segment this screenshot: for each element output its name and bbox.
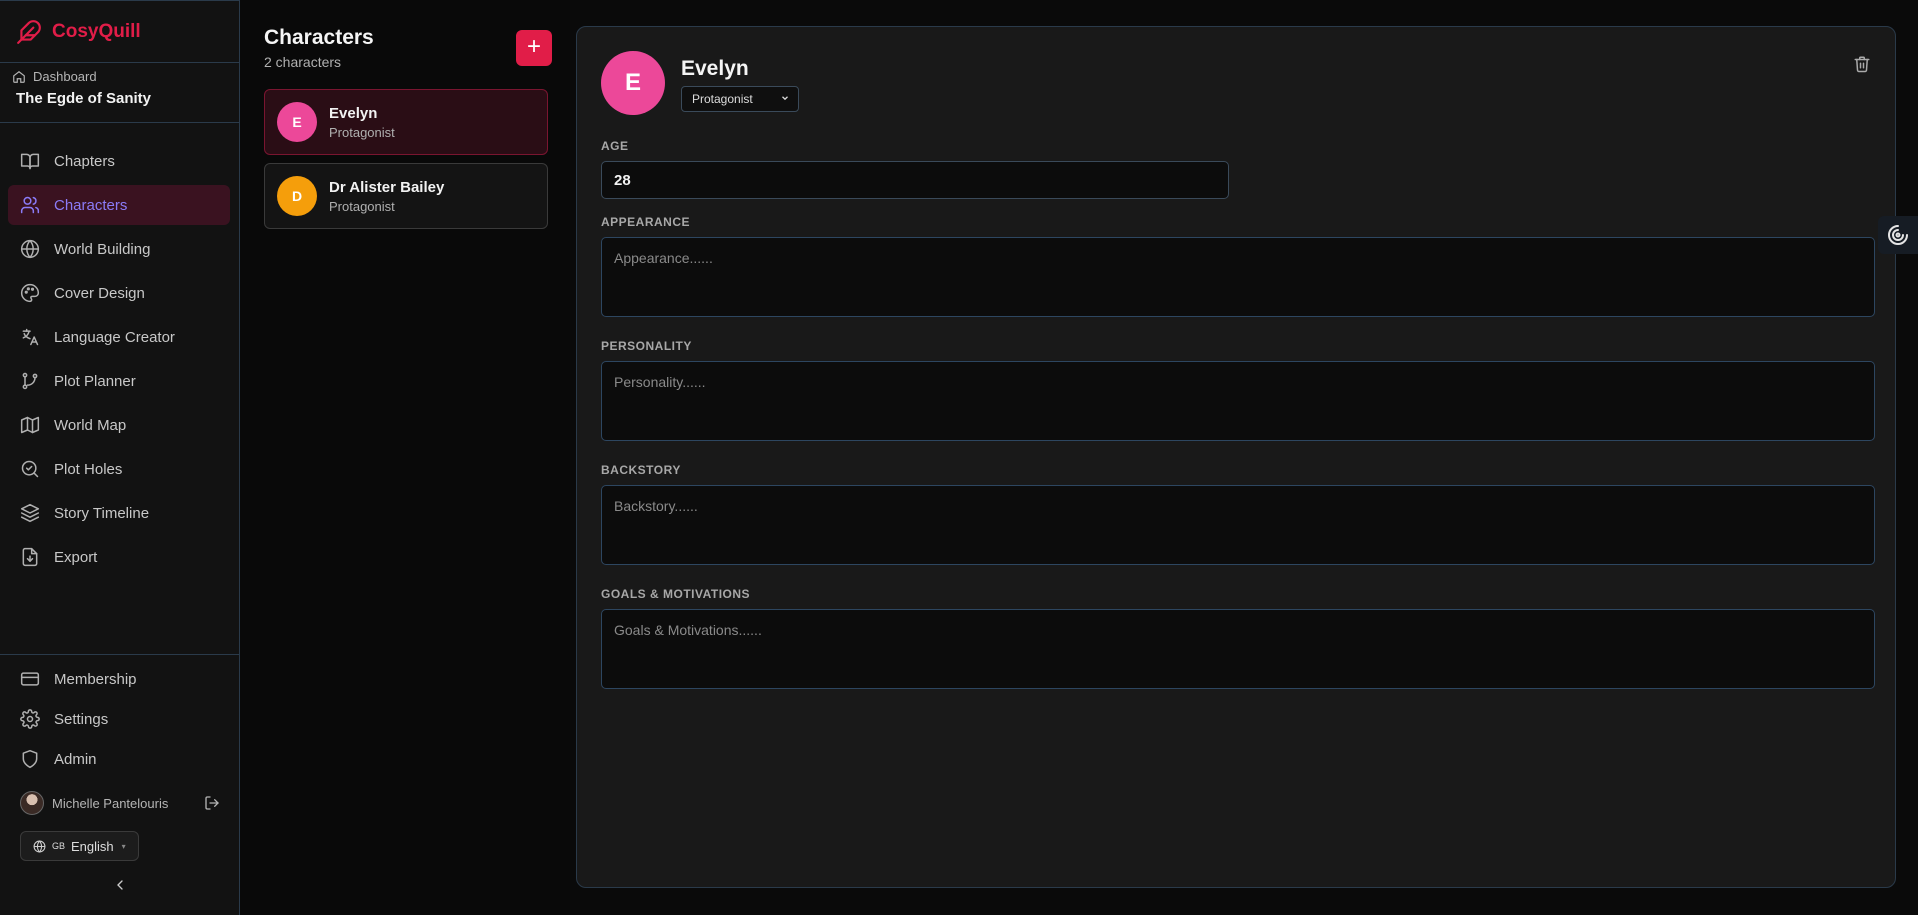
chevron-down-icon xyxy=(782,96,788,101)
sidebar-item-cover-design[interactable]: Cover Design xyxy=(8,273,230,313)
brand-name: CosyQuill xyxy=(52,21,141,42)
sidebar-divider xyxy=(0,122,239,123)
sidebar-item-label: Settings xyxy=(54,710,109,728)
avatar xyxy=(20,791,44,815)
character-role: Protagonist xyxy=(329,124,395,140)
page-title: Characters xyxy=(264,26,374,49)
sidebar-divider xyxy=(0,654,239,655)
character-count: 2 characters xyxy=(264,54,342,70)
assistant-tab[interactable] xyxy=(1878,216,1918,254)
sidebar-item-plot-planner[interactable]: Plot Planner xyxy=(8,361,230,401)
sidebar-item-label: Admin xyxy=(54,750,97,768)
sidebar-item-label: Characters xyxy=(54,196,128,214)
git-branch-icon xyxy=(22,372,38,390)
character-info: Dr Alister Bailey Protagonist xyxy=(329,179,444,214)
home-icon xyxy=(13,70,25,83)
goals-label: GOALS & MOTIVATIONS xyxy=(601,587,751,601)
character-role: Protagonist xyxy=(329,198,395,214)
collapse-sidebar-icon[interactable] xyxy=(112,877,128,893)
goals-textarea[interactable]: Goals & Motivations...... xyxy=(601,609,1875,689)
dashboard-link[interactable]: Dashboard xyxy=(12,69,151,84)
sidebar-item-membership[interactable]: Membership xyxy=(8,661,230,697)
credit-card-icon xyxy=(20,672,40,686)
globe-icon xyxy=(33,839,46,853)
gear-icon xyxy=(20,709,40,729)
bottom-nav: Membership Settings Admin xyxy=(8,661,230,781)
main-nav: Chapters Characters World Building Cover… xyxy=(8,141,230,581)
sidebar-item-admin[interactable]: Admin xyxy=(8,741,230,777)
shield-icon xyxy=(22,749,38,769)
layers-icon xyxy=(20,503,40,523)
sidebar-item-story-timeline[interactable]: Story Timeline xyxy=(8,493,230,533)
search-check-icon xyxy=(21,460,39,478)
age-label: AGE xyxy=(601,139,629,153)
sidebar-item-label: Language Creator xyxy=(54,328,175,346)
sidebar-item-characters[interactable]: Characters xyxy=(8,185,230,225)
users-icon xyxy=(20,196,40,214)
project-title: The Egde of Sanity xyxy=(16,90,152,107)
sidebar-item-language-creator[interactable]: Language Creator xyxy=(8,317,230,357)
language-label: English xyxy=(71,838,114,854)
dashboard-label: Dashboard xyxy=(33,69,97,84)
sidebar-item-chapters[interactable]: Chapters xyxy=(8,141,230,181)
user-profile[interactable]: Michelle Pantelouris xyxy=(20,791,220,815)
sidebar-item-label: Export xyxy=(54,548,98,566)
character-info: Evelyn Protagonist xyxy=(329,105,395,140)
role-select-value: Protagonist xyxy=(692,92,753,106)
brand-logo[interactable]: CosyQuill xyxy=(16,19,141,45)
sidebar-item-settings[interactable]: Settings xyxy=(8,701,230,737)
sidebar-item-label: World Building xyxy=(54,240,151,258)
file-export-icon xyxy=(22,547,38,567)
character-name-heading[interactable]: Evelyn xyxy=(681,57,749,81)
flag-icon: GB xyxy=(52,841,66,851)
map-icon xyxy=(20,416,40,434)
trash-icon[interactable] xyxy=(1853,55,1871,73)
app-window: CosyQuill Dashboard The Egde of Sanity C… xyxy=(0,0,1918,915)
translate-icon xyxy=(22,328,39,346)
sidebar-item-export[interactable]: Export xyxy=(8,537,230,577)
backstory-textarea[interactable]: Backstory...... xyxy=(601,485,1875,565)
sidebar-item-label: World Map xyxy=(54,416,127,434)
sidebar-item-plot-holes[interactable]: Plot Holes xyxy=(8,449,230,489)
sidebar-item-world-building[interactable]: World Building xyxy=(8,229,230,269)
palette-icon xyxy=(21,283,40,303)
character-name: Dr Alister Bailey xyxy=(329,178,445,196)
character-card-dr-alister-bailey[interactable]: D Dr Alister Bailey Protagonist xyxy=(264,163,548,229)
logout-icon[interactable] xyxy=(204,795,220,811)
language-selector[interactable]: GB English ▾ xyxy=(20,831,139,861)
sidebar: CosyQuill Dashboard The Egde of Sanity C… xyxy=(0,0,240,915)
age-input[interactable]: 28 xyxy=(601,161,1229,199)
appearance-label: APPEARANCE xyxy=(601,215,691,229)
personality-textarea[interactable]: Personality...... xyxy=(601,361,1875,441)
sidebar-item-label: Plot Holes xyxy=(54,460,123,478)
sidebar-item-world-map[interactable]: World Map xyxy=(8,405,230,445)
avatar: D xyxy=(277,176,317,216)
sidebar-item-label: Plot Planner xyxy=(54,372,136,390)
sidebar-item-label: Story Timeline xyxy=(54,504,150,522)
user-name: Michelle Pantelouris xyxy=(52,795,169,811)
character-detail-panel: E Evelyn Protagonist AGE 28 APPEARANCE A… xyxy=(576,26,1896,888)
character-card-evelyn[interactable]: E Evelyn Protagonist xyxy=(264,89,548,155)
sidebar-item-label: Membership xyxy=(54,670,137,688)
role-select[interactable]: Protagonist xyxy=(681,86,799,112)
backstory-label: BACKSTORY xyxy=(601,463,681,477)
avatar: E xyxy=(601,51,665,115)
sidebar-item-label: Chapters xyxy=(54,152,115,170)
feather-icon xyxy=(17,20,41,44)
sidebar-item-label: Cover Design xyxy=(54,284,145,302)
spiral-icon xyxy=(1888,225,1908,245)
add-character-button[interactable]: + xyxy=(516,30,552,66)
chevron-down-icon: ▾ xyxy=(121,841,126,851)
characters-panel: Characters 2 characters + E Evelyn Prota… xyxy=(240,0,570,915)
globe-icon xyxy=(20,239,40,259)
book-open-icon xyxy=(20,153,40,170)
sidebar-divider xyxy=(0,62,239,63)
appearance-textarea[interactable]: Appearance...... xyxy=(601,237,1875,317)
personality-label: PERSONALITY xyxy=(601,339,692,353)
character-name: Evelyn xyxy=(329,104,378,122)
avatar: E xyxy=(277,102,317,142)
project-header: Dashboard The Egde of Sanity xyxy=(12,69,151,107)
